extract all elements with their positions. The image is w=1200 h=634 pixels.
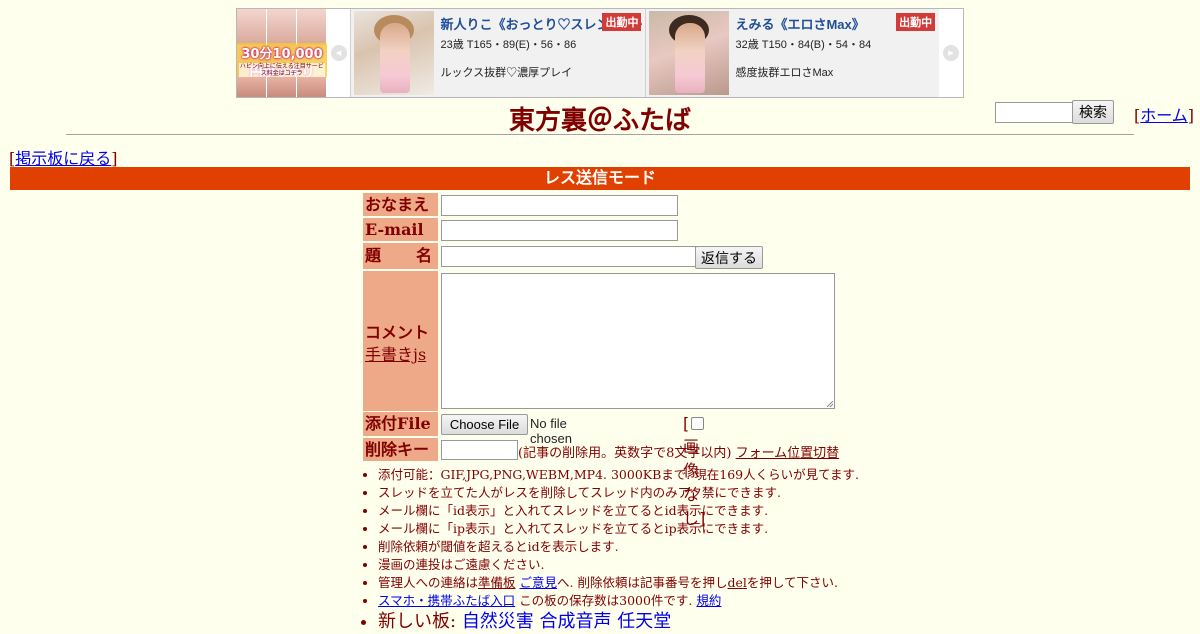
divider xyxy=(66,134,1134,136)
bracket-close: ] xyxy=(1187,106,1195,125)
promo-photos-bottom xyxy=(237,77,327,97)
handwriting-link[interactable]: 手書きjs xyxy=(365,341,426,365)
back-to-board-link[interactable]: 掲示板に戻る xyxy=(15,149,111,168)
delete-key-note: (記事の削除用。英数字で8文字以内) フォーム位置切替 xyxy=(518,442,839,461)
note-text: 管理人への連絡は xyxy=(378,575,479,590)
choose-file-button[interactable]: Choose File xyxy=(441,414,528,435)
note-item: スマホ・携帯ふたば入口 この板の保存数は3000件です. 規約 xyxy=(378,592,859,610)
status-badge: 出勤中 xyxy=(602,13,642,31)
note-item: メール欄に「id表示」と入れてスレッドを立てるとid表示にできます. xyxy=(378,502,859,520)
ad-photo xyxy=(649,11,730,95)
back-nav: [掲示板に戻る] xyxy=(9,145,118,169)
delete-key-hint: (記事の削除用。英数字で8文字以内) xyxy=(518,446,732,461)
subject-label: 題 名 xyxy=(363,243,438,269)
note-item: メール欄に「ip表示」と入れてスレッドを立てるとip表示にできます. xyxy=(378,520,859,538)
board-link[interactable]: 任天堂 xyxy=(617,611,671,632)
home-nav: [ホーム] xyxy=(1134,102,1194,126)
feedback-link[interactable]: ご意見 xyxy=(520,575,558,590)
comment-label: コメント xyxy=(365,323,430,342)
bracket-open: [ xyxy=(683,414,690,433)
note-text: この板の保存数は3000件です. xyxy=(515,593,693,608)
email-field[interactable] xyxy=(441,220,678,241)
prep-board-link[interactable]: 準備板 xyxy=(478,575,516,590)
note-item: 管理人への連絡は準備板 ご意見へ. 削除依頼は記事番号を押しdelを押して下さい… xyxy=(378,574,859,592)
resize-handle-icon[interactable] xyxy=(827,401,833,407)
board-link[interactable]: 自然災害 xyxy=(462,611,534,632)
promo-subtext: ハピン向上に伝える注目サービス料金はコチラ xyxy=(239,63,325,77)
banner-next-button[interactable]: ▸ xyxy=(939,9,963,97)
search-button[interactable]: 検索 xyxy=(1072,100,1114,124)
comment-textarea[interactable] xyxy=(441,273,835,409)
ad-card-desc: 感度抜群エロさMax xyxy=(735,67,834,79)
bracket-close: ] xyxy=(111,149,118,168)
promo-photos xyxy=(237,9,327,45)
delete-key-field[interactable] xyxy=(441,440,518,460)
form-position-toggle-link[interactable]: フォーム位置切替 xyxy=(736,446,840,461)
chevron-right-icon: ▸ xyxy=(943,45,960,61)
terms-link[interactable]: 規約 xyxy=(696,593,721,608)
board-notes: 添付可能：GIF,JPG,PNG,WEBM,MP4. 3000KBまで. 現在1… xyxy=(360,466,859,634)
new-boards-item: 新しい板: 自然災害 合成音声 任天堂 xyxy=(378,610,859,634)
banner-prev-button[interactable]: ◂ xyxy=(326,9,351,97)
ad-card-desc: ルックス抜群♡濃厚プレイ xyxy=(440,67,573,79)
ad-card[interactable]: えみる《エロさMax》 32歳 T150・84(B)・54・84 感度抜群エロさ… xyxy=(645,9,940,97)
note-item: 漫画の連投はご遠慮ください. xyxy=(378,556,859,574)
comment-label-cell: コメント 手書きjs xyxy=(363,271,438,411)
no-image-checkbox[interactable] xyxy=(691,416,705,430)
delete-key-label: 削除キー xyxy=(363,438,438,461)
ad-card-spec: 23歳 T165・89(E)・56・86 xyxy=(440,39,577,51)
ad-card-spec: 32歳 T150・84(B)・54・84 xyxy=(735,39,872,51)
promo-image[interactable]: 30分10,000円ポッキリ ハピン向上に伝える注目サービス料金はコチラ xyxy=(237,9,327,97)
chevron-left-icon: ◂ xyxy=(330,45,347,61)
ad-card[interactable]: 新人りこ《おっとり♡スレンダー》 23歳 T165・89(E)・56・86 ルッ… xyxy=(350,9,646,97)
note-item: スレッドを立てた人がレスを削除してスレッド内のみアク禁にできます. xyxy=(378,484,859,502)
note-item: 添付可能：GIF,JPG,PNG,WEBM,MP4. 3000KBまで. 現在1… xyxy=(378,466,859,484)
subject-label-char-2: 名 xyxy=(416,246,433,265)
mobile-entry-link[interactable]: スマホ・携帯ふたば入口 xyxy=(378,593,515,608)
note-text: を押して下さい. xyxy=(746,575,838,590)
note-item: 削除依頼が閾値を超えるとidを表示します. xyxy=(378,538,859,556)
subject-label-char-1: 題 xyxy=(365,246,382,265)
board-link[interactable]: 合成音声 xyxy=(540,611,612,632)
search-input[interactable] xyxy=(995,102,1074,123)
reply-submit-button[interactable]: 返信する xyxy=(695,246,763,269)
status-badge: 出勤中 xyxy=(896,13,936,31)
subject-field[interactable] xyxy=(441,246,696,267)
email-label: E-mail xyxy=(363,218,438,241)
ad-banner[interactable]: 30分10,000円ポッキリ ハピン向上に伝える注目サービス料金はコチラ ◂ 新… xyxy=(236,8,964,98)
name-label: おなまえ xyxy=(363,193,438,216)
reply-mode-bar: レス送信モード xyxy=(10,167,1190,190)
note-text: へ. 削除依頼は記事番号を押し xyxy=(557,575,728,590)
name-field[interactable] xyxy=(441,195,678,216)
home-link[interactable]: ホーム xyxy=(1140,106,1188,125)
ad-photo xyxy=(354,11,435,95)
del-link[interactable]: del xyxy=(727,575,746,590)
file-label: 添付File xyxy=(363,412,438,436)
new-boards-label: 新しい板: xyxy=(378,611,457,632)
